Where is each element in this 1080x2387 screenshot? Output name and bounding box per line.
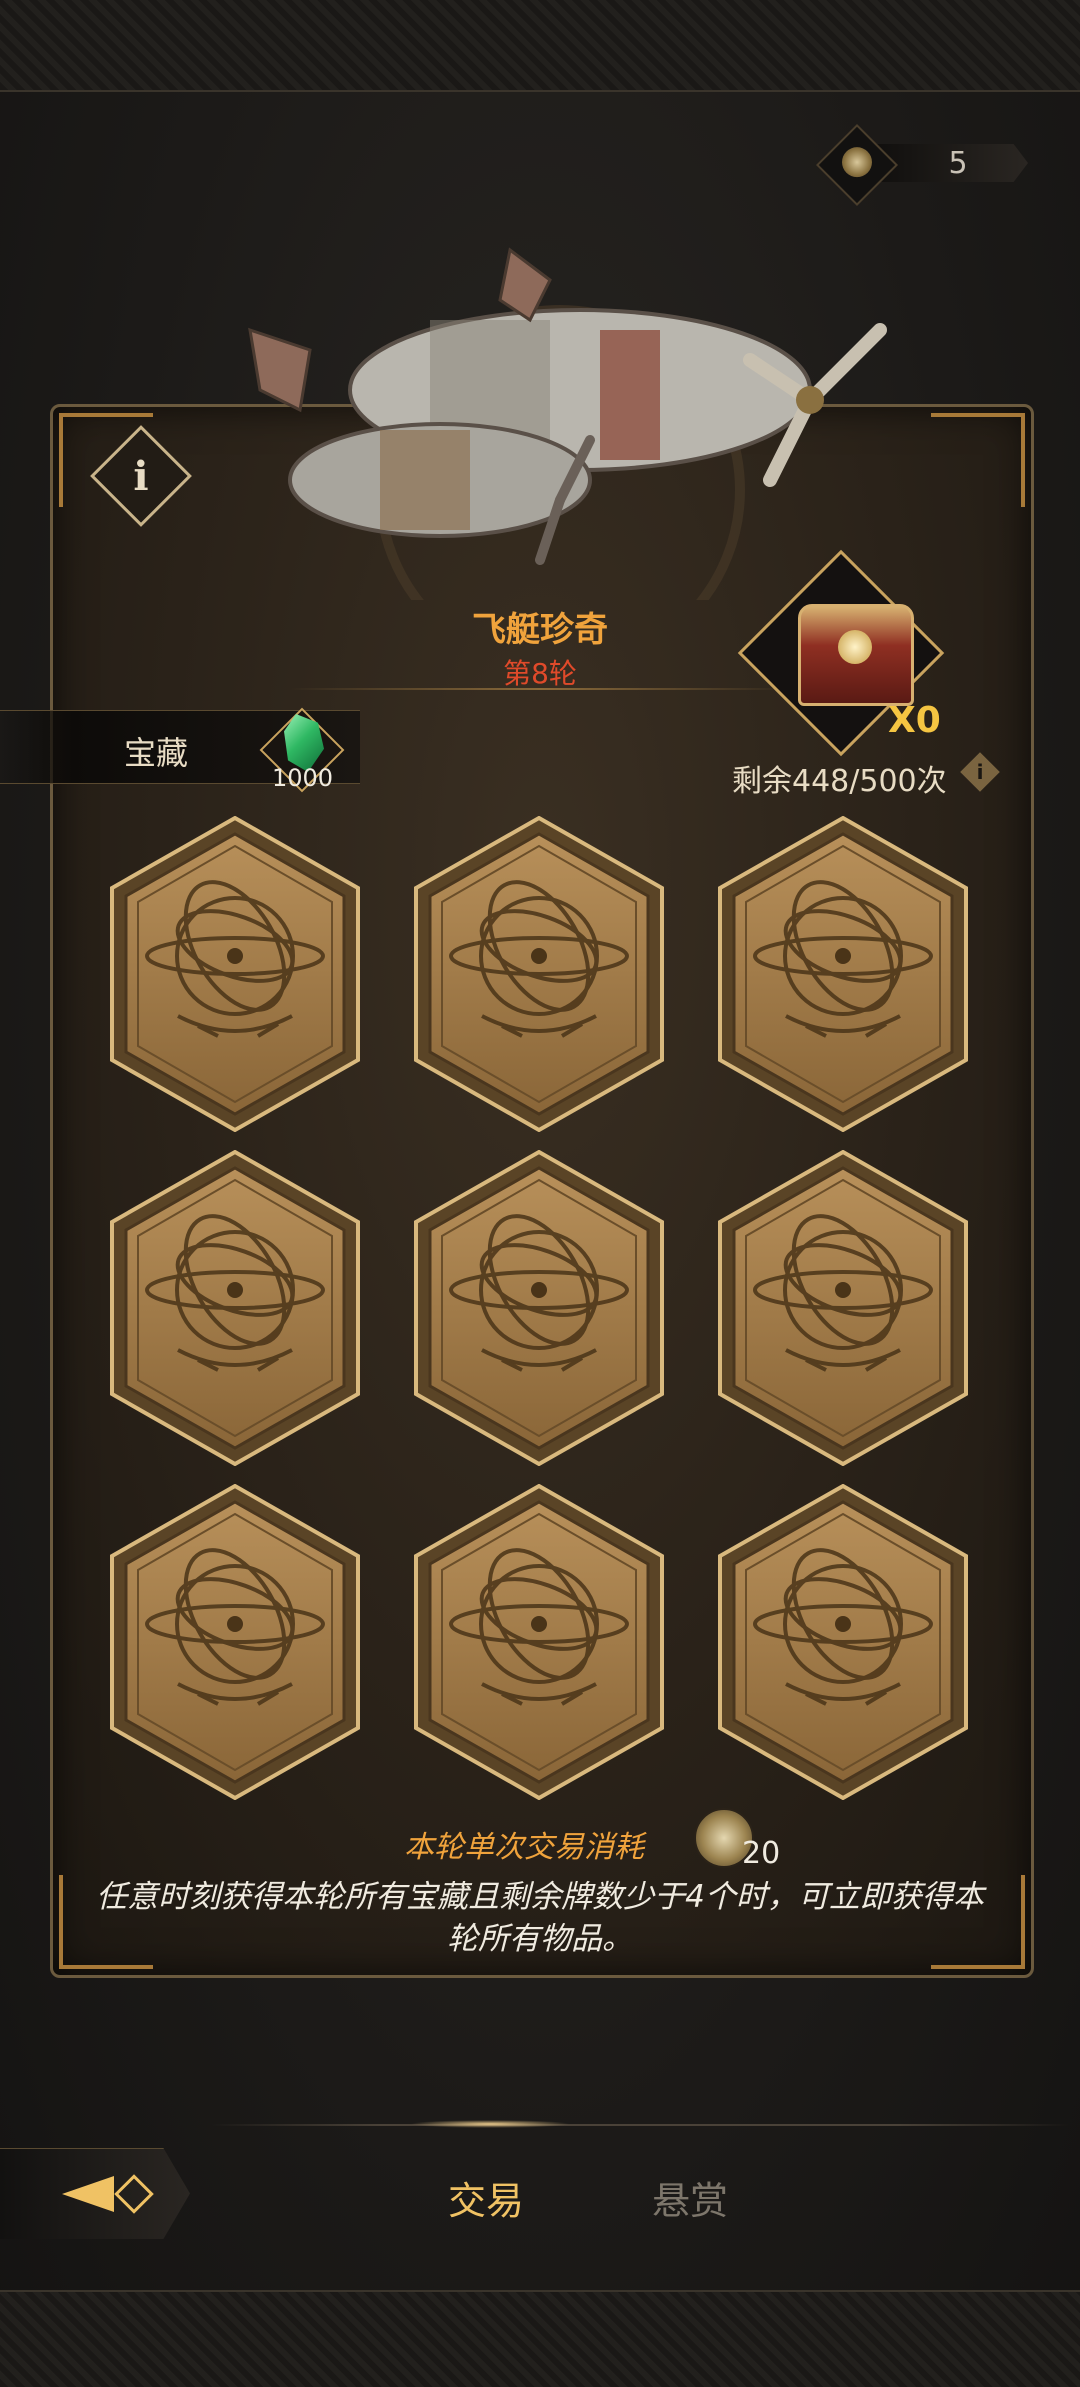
event-title: 飞艇珍奇 [472,610,608,650]
top-ornament-border [0,0,1080,92]
card-slot-5[interactable] [412,1150,666,1466]
corner-ornament [931,413,1025,507]
tab-trade[interactable]: 交易 [448,2170,524,2225]
card-grid [108,816,974,1800]
treasure-label: 宝藏 [124,734,189,772]
round-label: 第8轮 [503,657,577,690]
card-slot-4[interactable] [108,1150,362,1466]
cost-value: 20 [742,1836,781,1871]
card-slot-6[interactable] [716,1150,970,1466]
chest-emblem-icon [838,630,872,664]
currency-value: 5 [948,146,968,181]
title-divider [290,688,790,690]
airship-illustration [248,247,887,600]
currency-display: 5 [815,123,1028,207]
nav-divider [210,2124,1070,2126]
remaining-info-button[interactable]: i [960,752,1000,792]
cost-label: 本轮单次交易消耗 [404,1830,644,1865]
info-icon: i [133,452,149,500]
card-slot-3[interactable] [716,816,970,1132]
remaining-attempts: 剩余448/500次 [732,764,947,799]
card-slot-1[interactable] [108,816,362,1132]
card-slot-7[interactable] [108,1484,362,1800]
gem-count: 1000 [272,764,334,792]
card-slot-2[interactable] [412,816,666,1132]
rule-description: 任意时刻获得本轮所有宝藏且剩余牌数少于4个时，可立即获得本轮所有物品。 [96,1879,984,1957]
chest-count: X0 [888,700,941,741]
tab-bounty[interactable]: 悬赏 [652,2170,728,2225]
back-arrow-icon [62,2176,114,2212]
info-icon: i [976,760,984,784]
card-slot-9[interactable] [716,1484,970,1800]
card-slot-8[interactable] [412,1484,666,1800]
bottom-ornament-border [0,2290,1080,2387]
active-tab-indicator [410,2120,570,2128]
